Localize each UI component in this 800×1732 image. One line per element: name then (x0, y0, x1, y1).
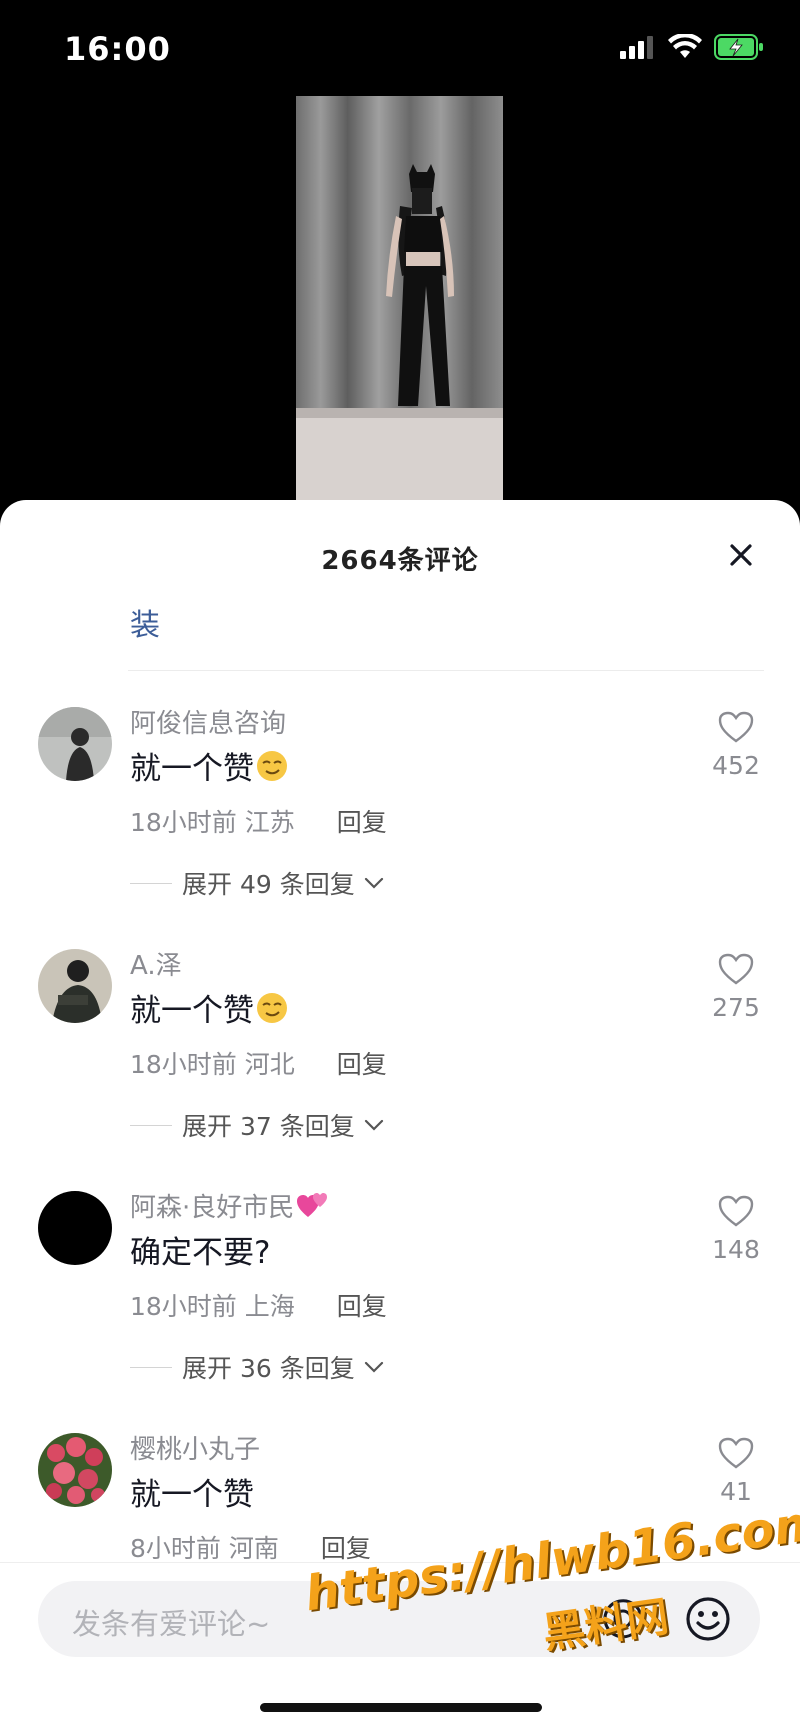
comment-text: 就一个赞 (130, 985, 288, 1030)
like-count: 41 (720, 1477, 752, 1506)
chevron-down-icon (364, 877, 383, 889)
like-button[interactable]: 148 (706, 1195, 766, 1264)
close-button[interactable] (718, 532, 764, 578)
comment-item: 阿俊信息咨询 就一个赞 18小时前 江苏 回复 展开 49 条回复 452 (0, 703, 800, 943)
like-count: 275 (712, 993, 760, 1022)
avatar[interactable] (38, 1191, 112, 1265)
close-icon (730, 544, 752, 566)
heart-outline-icon (718, 1195, 754, 1227)
like-button[interactable]: 275 (706, 953, 766, 1022)
emoji-picker-icon[interactable] (684, 1595, 732, 1643)
comment-sheet: 2664条评论 装 阿俊信息咨询 就一个赞 18小时前 江苏 回复 展开 49 … (0, 500, 800, 1732)
smirk-emoji-icon (257, 750, 287, 781)
comment-location: 河南 (228, 1534, 279, 1563)
comment-count-title: 2664条评论 (321, 546, 479, 576)
avatar[interactable] (38, 949, 112, 1023)
comment-text: 确定不要? (130, 1227, 270, 1272)
comment-meta: 18小时前 江苏 回复 (130, 803, 387, 839)
comment-item: A.泽 就一个赞 18小时前 河北 回复 展开 37 条回复 275 (0, 945, 800, 1185)
reply-button[interactable]: 回复 (337, 808, 387, 837)
comment-text-content: 就一个赞 (130, 1477, 254, 1513)
status-time: 16:00 (64, 30, 171, 68)
battery-charging-icon (714, 34, 763, 60)
expand-replies-button[interactable]: 展开 49 条回复 (130, 865, 385, 901)
like-count: 452 (712, 751, 760, 780)
status-bar: 16:00 (0, 0, 800, 100)
smirk-emoji-icon (257, 992, 287, 1023)
comment-username[interactable]: 阿俊信息咨询 (130, 703, 286, 740)
reply-button[interactable]: 回复 (337, 1050, 387, 1079)
avatar-image (38, 707, 112, 781)
comment-time: 8小时前 (130, 1534, 221, 1563)
video-frame-image (296, 96, 503, 508)
comment-meta: 18小时前 上海 回复 (130, 1287, 387, 1323)
comment-location: 江苏 (244, 808, 295, 837)
like-button[interactable]: 41 (706, 1437, 766, 1506)
two-hearts-emoji-icon (297, 1192, 328, 1217)
comment-username-text: 阿森·良好市民 (130, 1193, 295, 1223)
expand-divider-line (130, 882, 172, 884)
like-button[interactable]: 452 (706, 711, 766, 780)
reply-button[interactable]: 回复 (321, 1534, 371, 1563)
video-player[interactable] (296, 96, 503, 508)
comment-text: 就一个赞 (130, 743, 288, 788)
comment-username[interactable]: 樱桃小丸子 (130, 1429, 260, 1466)
chevron-down-icon (364, 1361, 383, 1373)
expand-replies-label: 展开 37 条回复 (182, 1112, 355, 1141)
heart-outline-icon (718, 953, 754, 985)
comment-time: 18小时前 (130, 1050, 237, 1079)
avatar[interactable] (38, 1433, 112, 1507)
comment-text: 就一个赞 (130, 1469, 254, 1514)
at-mention-icon[interactable] (601, 1597, 645, 1641)
avatar-image (38, 1433, 112, 1507)
comment-item: 阿森·良好市民 确定不要? 18小时前 上海 回复 展开 36 条回复 148 (0, 1187, 800, 1427)
wifi-icon (668, 34, 702, 58)
comment-input-bar: 发条有爱评论~ (0, 1562, 800, 1732)
expand-replies-label: 展开 49 条回复 (182, 870, 355, 899)
comment-input-placeholder: 发条有爱评论~ (72, 1607, 271, 1641)
cellular-signal-icon (620, 36, 653, 59)
comment-meta: 18小时前 河北 回复 (130, 1045, 387, 1081)
comment-username[interactable]: A.泽 (130, 945, 182, 982)
comment-text-content: 就一个赞 (130, 751, 254, 787)
avatar-image (38, 949, 112, 1023)
comment-text-content: 就一个赞 (130, 993, 254, 1029)
expand-divider-line (130, 1124, 172, 1126)
avatar[interactable] (38, 707, 112, 781)
comment-time: 18小时前 (130, 1292, 237, 1321)
comment-username[interactable]: 阿森·良好市民 (130, 1187, 330, 1224)
comment-location: 河北 (244, 1050, 295, 1079)
heart-outline-icon (718, 711, 754, 743)
pinned-reply-text[interactable]: 装 (130, 600, 160, 644)
comment-input[interactable]: 发条有爱评论~ (38, 1581, 760, 1657)
comment-time: 18小时前 (130, 808, 237, 837)
expand-replies-label: 展开 36 条回复 (182, 1354, 355, 1383)
avatar-image (38, 1191, 112, 1265)
reply-button[interactable]: 回复 (337, 1292, 387, 1321)
expand-replies-button[interactable]: 展开 37 条回复 (130, 1107, 385, 1143)
chevron-down-icon (364, 1119, 383, 1131)
comment-location: 上海 (244, 1292, 295, 1321)
comment-text-content: 确定不要? (130, 1235, 271, 1271)
heart-outline-icon (718, 1437, 754, 1469)
status-icons (620, 34, 764, 60)
expand-divider-line (130, 1366, 172, 1368)
expand-replies-button[interactable]: 展开 36 条回复 (130, 1349, 385, 1385)
comment-meta: 8小时前 河南 回复 (130, 1529, 371, 1565)
divider (128, 670, 764, 671)
home-indicator (260, 1703, 542, 1712)
like-count: 148 (712, 1235, 760, 1264)
